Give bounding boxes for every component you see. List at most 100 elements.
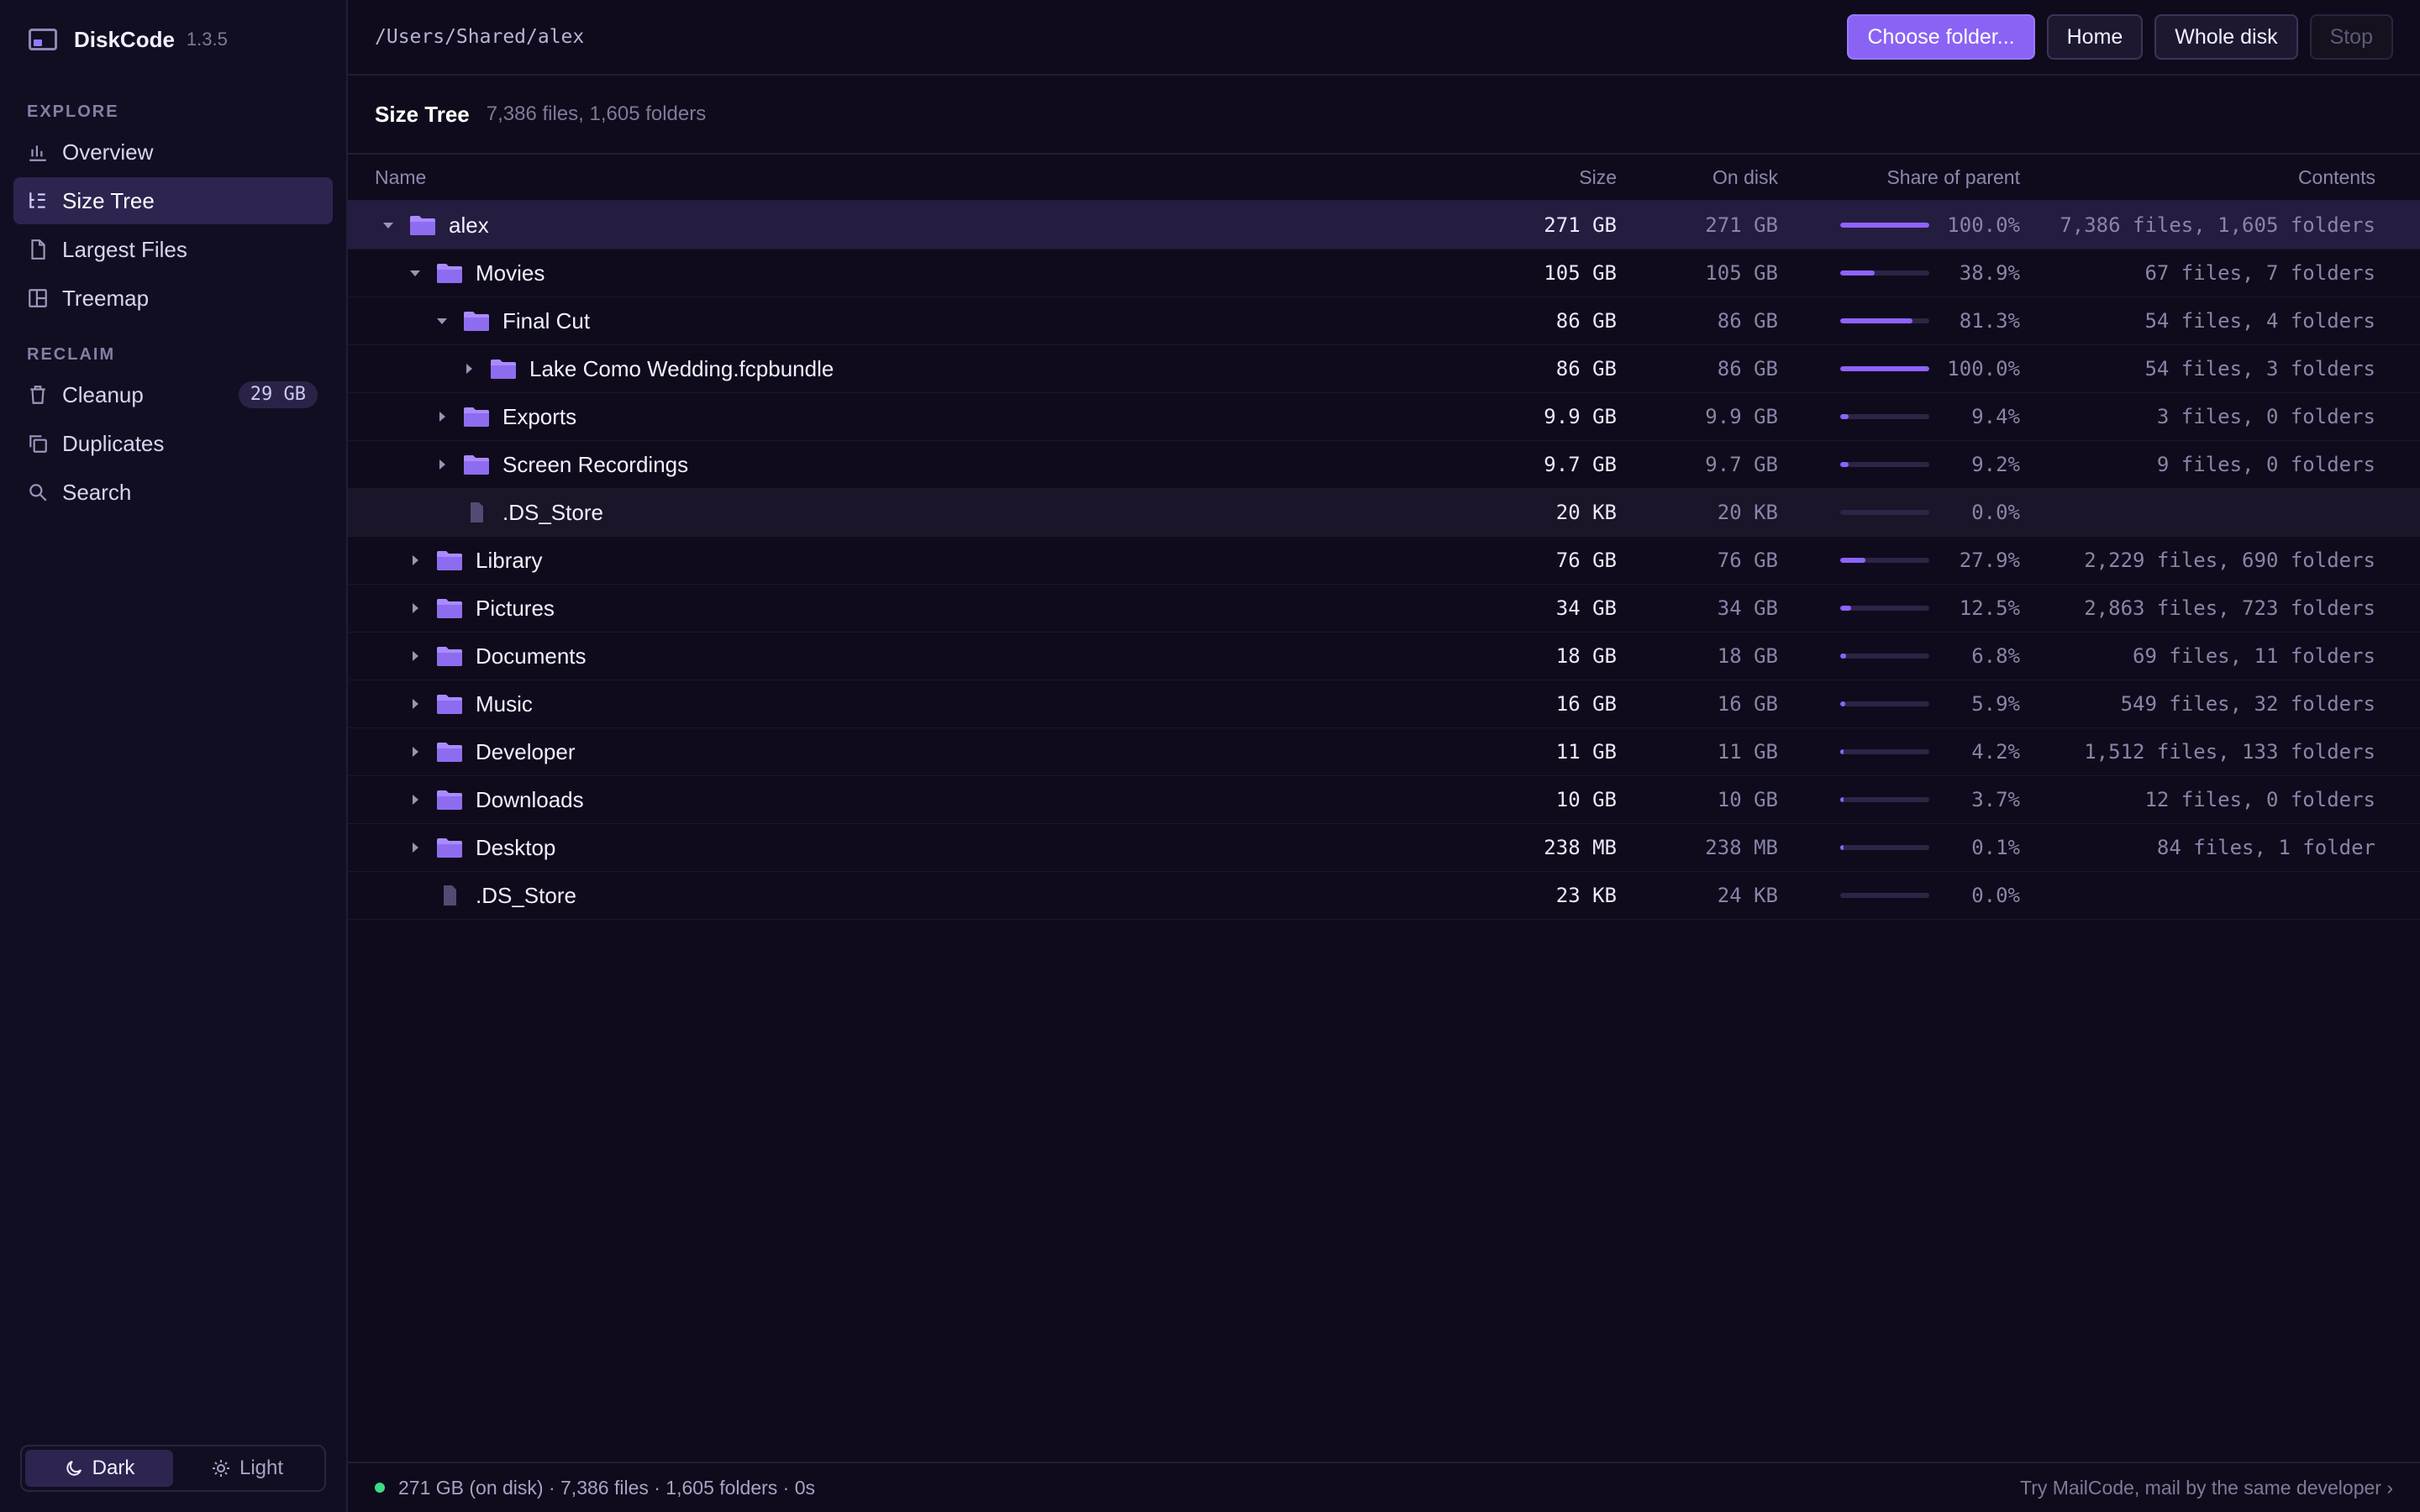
folder-icon (462, 405, 491, 428)
table-row[interactable]: .DS_Store 23 KB 24 KB 0.0% (348, 872, 2420, 920)
row-share: 38.9% (1959, 261, 2020, 285)
table-row[interactable]: Desktop 238 MB 238 MB 0.1% 84 files, 1 folde… (348, 824, 2420, 872)
column-header-share[interactable]: Share of parent (1778, 166, 2020, 189)
whole-disk-button[interactable]: Whole disk (2154, 14, 2298, 60)
row-contents: 12 files, 0 folders (2144, 788, 2375, 811)
expand-chevron-icon[interactable] (407, 839, 424, 856)
row-on-disk: 20 KB (1717, 501, 1778, 524)
table-row[interactable]: Downloads 10 GB 10 GB 3.7% 12 files, 0 folde… (348, 776, 2420, 824)
share-bar (1840, 654, 1929, 659)
theme-light-button[interactable]: Light (173, 1450, 321, 1487)
table-row[interactable]: Library 76 GB 76 GB 27.9% 2,229 files, 690 f… (348, 537, 2420, 585)
row-share: 4.2% (1971, 740, 2020, 764)
row-share-cell: 9.2% (1778, 453, 2020, 476)
row-name: Movies (476, 260, 545, 286)
sidebar-item-duplicates[interactable]: Duplicates (13, 420, 333, 467)
theme-dark-button[interactable]: Dark (25, 1450, 173, 1487)
row-on-disk: 76 GB (1717, 549, 1778, 572)
collapse-chevron-icon[interactable] (434, 312, 450, 329)
share-bar-fill (1840, 749, 1844, 754)
row-name-cell: alex (348, 213, 1440, 239)
row-on-disk: 18 GB (1717, 644, 1778, 668)
sidebar-item-largest-files[interactable]: Largest Files (13, 226, 333, 273)
table-row[interactable]: Movies 105 GB 105 GB 38.9% 67 files, 7 folde… (348, 249, 2420, 297)
table-row[interactable]: .DS_Store 20 KB 20 KB 0.0% (348, 489, 2420, 537)
column-header-name[interactable]: Name (348, 166, 1440, 189)
row-name-cell: Library (348, 548, 1440, 574)
folder-icon (435, 261, 464, 285)
sidebar-item-cleanup[interactable]: Cleanup 29 GB (13, 371, 333, 418)
expand-chevron-icon[interactable] (434, 456, 450, 473)
mailcode-promo-link[interactable]: Try MailCode, mail by the same developer… (2020, 1477, 2393, 1499)
row-contents: 2,229 files, 690 folders (2084, 549, 2375, 572)
expand-chevron-icon[interactable] (434, 408, 450, 425)
table-row[interactable]: Pictures 34 GB 34 GB 12.5% 2,863 files, 723 … (348, 585, 2420, 633)
folder-icon (435, 836, 464, 859)
expand-chevron-icon[interactable] (460, 360, 477, 377)
expand-chevron-icon[interactable] (407, 791, 424, 808)
column-header-on-disk[interactable]: On disk (1617, 166, 1778, 189)
moon-icon (66, 1461, 82, 1476)
column-header-size[interactable]: Size (1440, 166, 1617, 189)
expand-chevron-icon[interactable] (407, 552, 424, 569)
table-row[interactable]: Documents 18 GB 18 GB 6.8% 69 files, 11 fold… (348, 633, 2420, 680)
row-name-cell: Documents (348, 643, 1440, 669)
table-row[interactable]: Exports 9.9 GB 9.9 GB 9.4% 3 files, 0 folder… (348, 393, 2420, 441)
row-name: Library (476, 547, 543, 573)
share-bar (1840, 845, 1929, 850)
sidebar-item-treemap[interactable]: Treemap (13, 275, 333, 322)
search-icon (27, 481, 49, 503)
sidebar: DiskCode 1.3.5 EXPLORE Overview Size Tre… (0, 0, 348, 1512)
row-name: Music (476, 690, 533, 717)
share-bar (1840, 606, 1929, 611)
expand-chevron-icon[interactable] (407, 696, 424, 712)
table-row[interactable]: Final Cut 86 GB 86 GB 81.3% 54 files, 4 fold… (348, 297, 2420, 345)
choose-folder-button[interactable]: Choose folder... (1847, 14, 2035, 60)
row-name: Final Cut (502, 307, 591, 333)
expand-chevron-icon[interactable] (407, 648, 424, 664)
row-contents: 3 files, 0 folders (2156, 405, 2375, 428)
row-name-cell: Developer (348, 739, 1440, 765)
table-row[interactable]: alex 271 GB 271 GB 100.0% 7,386 files, 1,605… (348, 202, 2420, 249)
row-name: Desktop (476, 834, 556, 860)
share-bar-fill (1840, 366, 1929, 371)
table-row[interactable]: Music 16 GB 16 GB 5.9% 549 files, 32 folders (348, 680, 2420, 728)
copy-icon (27, 433, 49, 454)
table-row[interactable]: Screen Recordings 9.7 GB 9.7 GB 9.2% 9 files… (348, 441, 2420, 489)
sidebar-item-label: Size Tree (62, 187, 155, 213)
sidebar-item-label: Overview (62, 139, 154, 165)
expand-chevron-icon[interactable] (407, 600, 424, 617)
folder-icon (435, 740, 464, 764)
main-panel: /Users/Shared/alex Choose folder... Home… (348, 0, 2420, 1512)
table-row[interactable]: Developer 11 GB 11 GB 4.2% 1,512 files, 133 … (348, 728, 2420, 776)
collapse-chevron-icon[interactable] (380, 217, 397, 234)
caret-spacer (407, 887, 424, 904)
share-bar-fill (1840, 462, 1849, 467)
row-share: 81.3% (1959, 309, 2020, 333)
row-on-disk: 34 GB (1717, 596, 1778, 620)
row-name-cell: Downloads (348, 787, 1440, 813)
collapse-chevron-icon[interactable] (407, 265, 424, 281)
page-title: Size Tree (375, 101, 470, 127)
row-share-cell: 5.9% (1778, 692, 2020, 716)
column-header-contents[interactable]: Contents (2020, 166, 2402, 189)
home-button[interactable]: Home (2046, 14, 2144, 60)
sidebar-item-label: Search (62, 479, 132, 505)
sidebar-item-size-tree[interactable]: Size Tree (13, 177, 333, 224)
share-bar (1840, 366, 1929, 371)
sidebar-item-overview[interactable]: Overview (13, 129, 333, 176)
size-tree-table: alex 271 GB 271 GB 100.0% 7,386 files, 1,605… (348, 202, 2420, 920)
row-on-disk: 16 GB (1717, 692, 1778, 716)
view-header: Size Tree 7,386 files, 1,605 folders (348, 76, 2420, 155)
share-bar (1840, 270, 1929, 276)
share-bar-fill (1840, 318, 1913, 323)
sidebar-item-search[interactable]: Search (13, 469, 333, 516)
expand-chevron-icon[interactable] (407, 743, 424, 760)
status-bar: 271 GB (on disk) · 7,386 files · 1,605 f… (348, 1462, 2420, 1512)
stop-button[interactable]: Stop (2309, 14, 2393, 60)
row-contents: 54 files, 4 folders (2144, 309, 2375, 333)
table-row[interactable]: Lake Como Wedding.fcpbundle 86 GB 86 GB 100… (348, 345, 2420, 393)
share-bar (1840, 893, 1929, 898)
share-bar (1840, 510, 1929, 515)
row-name: Exports (502, 403, 577, 429)
